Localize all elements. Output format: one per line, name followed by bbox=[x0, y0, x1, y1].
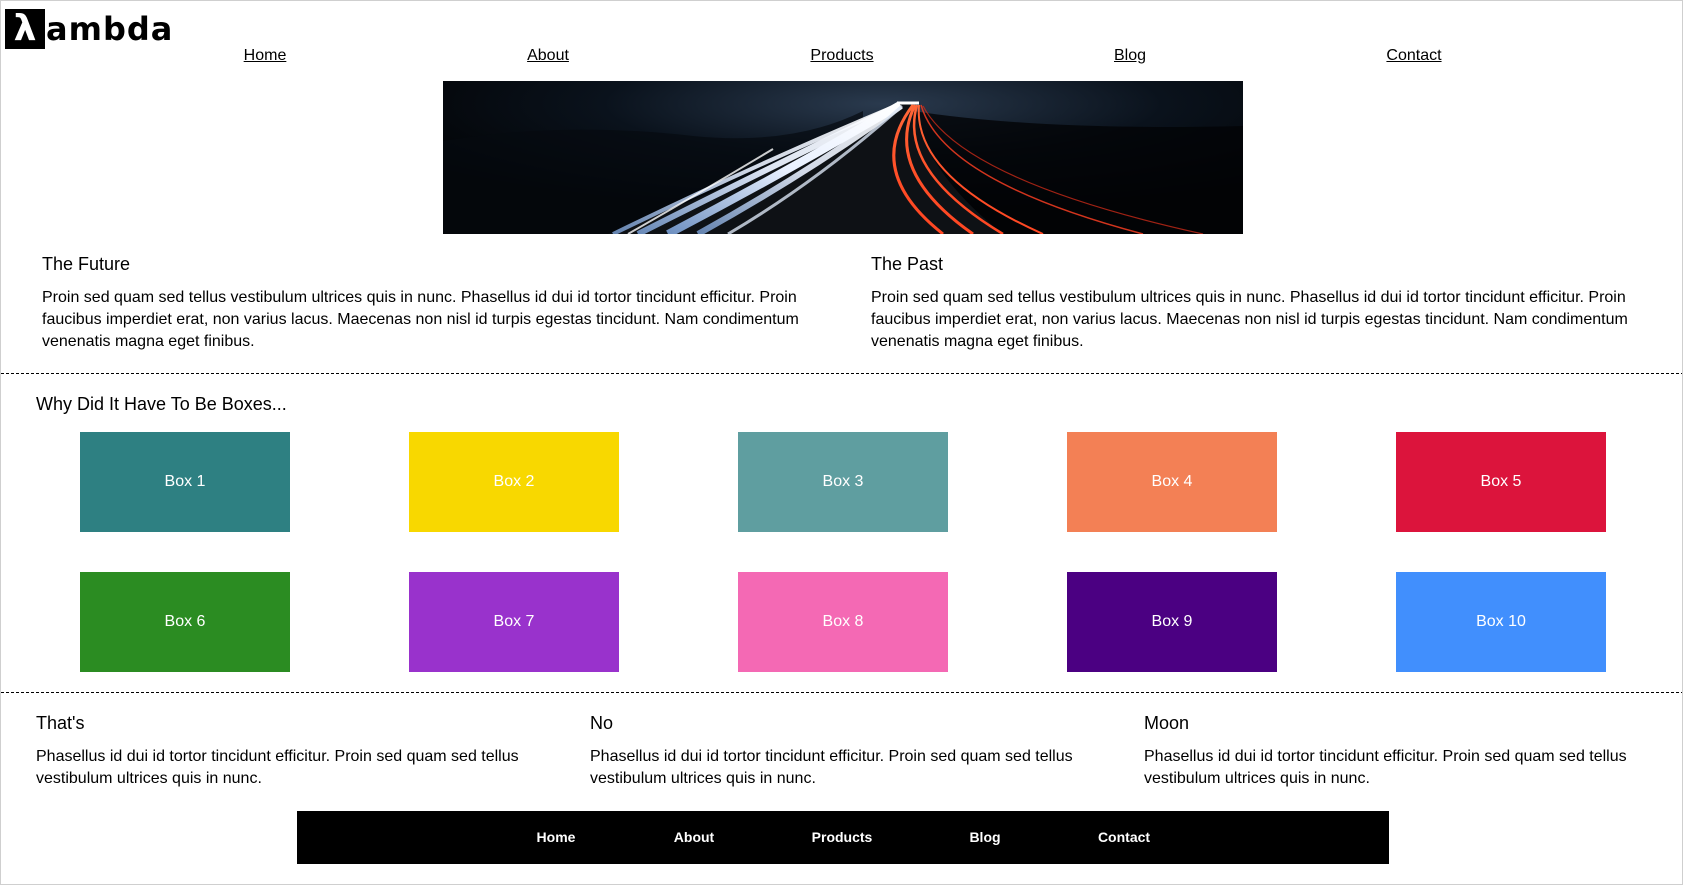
footer-contact-link[interactable]: Contact bbox=[1098, 829, 1150, 845]
nav-products-link[interactable]: Products bbox=[810, 47, 873, 65]
past-title: The Past bbox=[871, 254, 944, 274]
box-5: Box 5 bbox=[1396, 432, 1606, 532]
nav-contact-link[interactable]: Contact bbox=[1386, 47, 1441, 65]
thats-title: That's bbox=[36, 713, 85, 733]
future-section: The Future Proin sed quam sed tellus ves… bbox=[42, 253, 822, 353]
box-4: Box 4 bbox=[1067, 432, 1277, 532]
top-nav: Home About Products Blog Contact bbox=[1, 47, 1682, 69]
future-body: Proin sed quam sed tellus vestibulum ult… bbox=[42, 289, 799, 350]
footer-home-link[interactable]: Home bbox=[537, 829, 576, 845]
box-10: Box 10 bbox=[1396, 572, 1606, 672]
divider bbox=[1, 373, 1682, 374]
hero-image bbox=[443, 81, 1243, 234]
boxes-title: Why Did It Have To Be Boxes... bbox=[36, 394, 287, 414]
moon-title: Moon bbox=[1144, 713, 1190, 733]
divider bbox=[1, 692, 1682, 693]
box-1: Box 1 bbox=[80, 432, 290, 532]
no-body: Phasellus id dui id tortor tincidunt eff… bbox=[590, 748, 1073, 787]
past-section: The Past Proin sed quam sed tellus vesti… bbox=[871, 253, 1651, 353]
lambda-logo-icon: λ bbox=[5, 9, 45, 49]
logo[interactable]: λ ambda bbox=[5, 9, 173, 49]
logo-text: ambda bbox=[46, 10, 174, 48]
no-section: No Phasellus id dui id tortor tincidunt … bbox=[590, 712, 1110, 790]
nav-home-link[interactable]: Home bbox=[244, 47, 287, 65]
footer-about-link[interactable]: About bbox=[674, 829, 714, 845]
future-title: The Future bbox=[42, 254, 131, 274]
no-title: No bbox=[590, 713, 614, 733]
box-9: Box 9 bbox=[1067, 572, 1277, 672]
box-3: Box 3 bbox=[738, 432, 948, 532]
box-6: Box 6 bbox=[80, 572, 290, 672]
box-2: Box 2 bbox=[409, 432, 619, 532]
nav-about-link[interactable]: About bbox=[527, 47, 569, 65]
moon-section: Moon Phasellus id dui id tortor tincidun… bbox=[1144, 712, 1664, 790]
highway-light-trails-image bbox=[443, 81, 1243, 234]
moon-body: Phasellus id dui id tortor tincidunt eff… bbox=[1144, 748, 1627, 787]
thats-section: That's Phasellus id dui id tortor tincid… bbox=[36, 712, 556, 790]
footer-products-link[interactable]: Products bbox=[812, 829, 873, 845]
box-8: Box 8 bbox=[738, 572, 948, 672]
boxes-grid: Box 1 Box 2 Box 3 Box 4 Box 5 Box 6 Box … bbox=[1, 432, 1682, 672]
page: λ ambda Home About Products Blog Contact bbox=[0, 0, 1683, 885]
nav-blog-link[interactable]: Blog bbox=[1114, 47, 1146, 65]
footer-nav: Home About Products Blog Contact bbox=[297, 811, 1389, 864]
footer-blog-link[interactable]: Blog bbox=[969, 829, 1000, 845]
box-7: Box 7 bbox=[409, 572, 619, 672]
thats-body: Phasellus id dui id tortor tincidunt eff… bbox=[36, 748, 519, 787]
past-body: Proin sed quam sed tellus vestibulum ult… bbox=[871, 289, 1628, 350]
